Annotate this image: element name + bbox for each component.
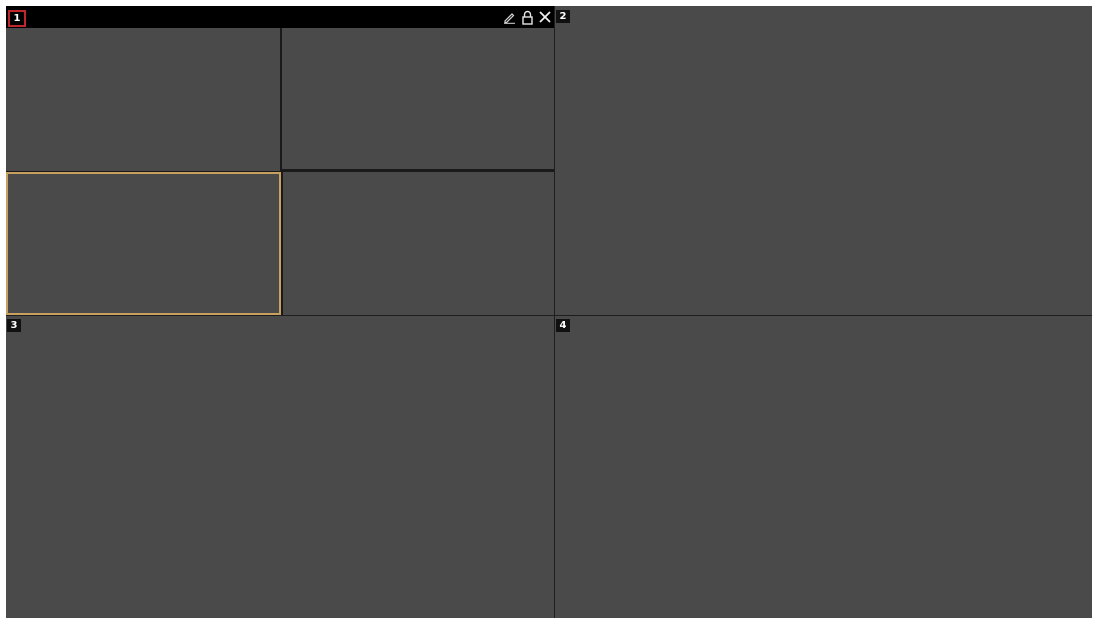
pane-number-badge: 4 bbox=[556, 319, 570, 332]
pane-number-badge: 2 bbox=[556, 10, 570, 23]
edit-icon[interactable] bbox=[502, 9, 516, 25]
sub-window-3-selected[interactable] bbox=[6, 172, 281, 315]
close-icon[interactable] bbox=[538, 9, 552, 25]
pane-1-header: 1 bbox=[6, 6, 554, 28]
sub-window-4[interactable] bbox=[283, 172, 554, 315]
window-pane-2[interactable]: 2 bbox=[555, 6, 1092, 315]
pane-number-badge: 3 bbox=[7, 319, 21, 332]
window-pane-3[interactable]: 3 bbox=[6, 316, 554, 618]
video-wall-grid: 1 2 3 4 bbox=[6, 6, 1092, 618]
window-pane-1[interactable]: 1 bbox=[6, 6, 554, 315]
sub-window-1[interactable] bbox=[6, 28, 280, 171]
pane-number-badge[interactable]: 1 bbox=[8, 10, 26, 27]
window-pane-4[interactable]: 4 bbox=[555, 316, 1092, 618]
pane-1-toolbar bbox=[502, 9, 552, 25]
lock-icon[interactable] bbox=[520, 9, 534, 25]
sub-window-2[interactable] bbox=[282, 28, 554, 169]
